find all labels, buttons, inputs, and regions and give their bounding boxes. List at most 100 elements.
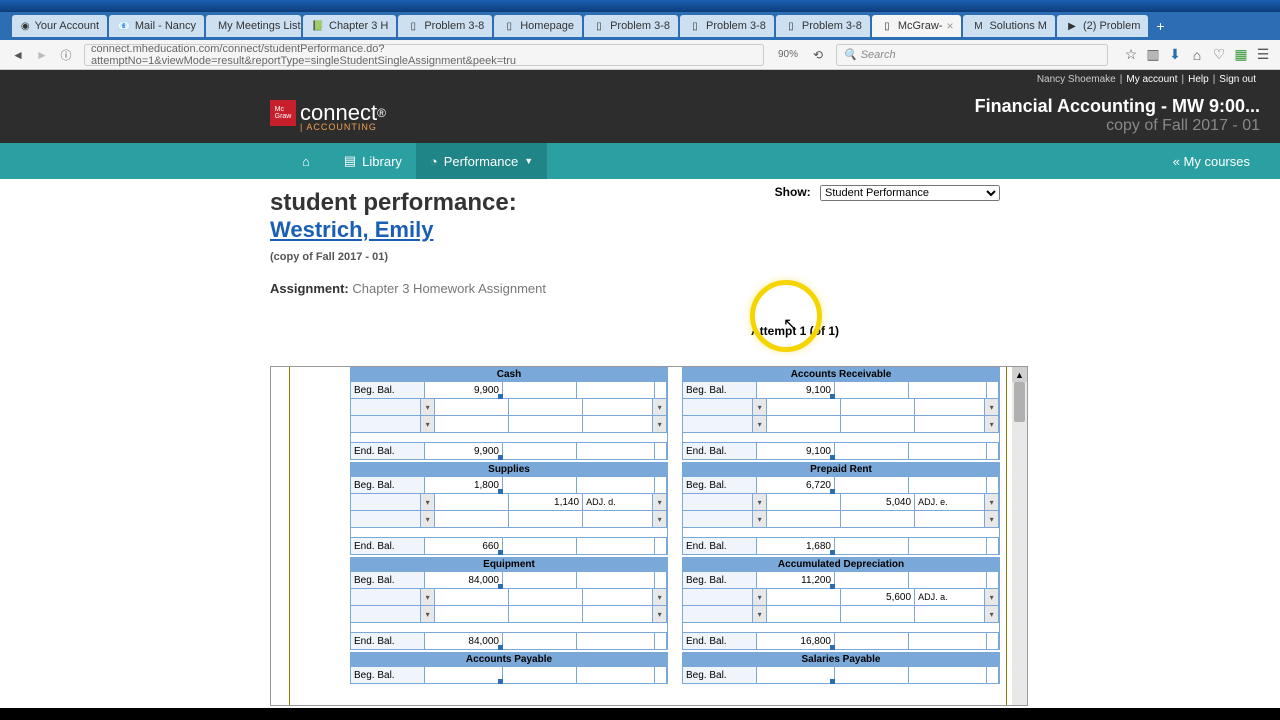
menu-library[interactable]: ▤Library xyxy=(330,143,416,179)
credit-input[interactable]: 5,600 xyxy=(841,589,915,605)
dropdown-icon[interactable]: ▾ xyxy=(653,416,667,432)
browser-tab[interactable]: ▯Problem 3-8 xyxy=(776,15,870,37)
beg-bal-value: 6,720 xyxy=(757,477,835,493)
tab-label: Problem 3-8 xyxy=(706,20,766,32)
menu-icon[interactable]: ☰ xyxy=(1252,44,1274,66)
dropdown-icon[interactable]: ▾ xyxy=(985,589,999,605)
scrollbar[interactable]: ▲ xyxy=(1012,367,1027,705)
identity-icon[interactable]: ⓘ xyxy=(56,45,76,65)
menu-home[interactable]: ⌂ xyxy=(288,143,330,179)
forward-button[interactable]: ► xyxy=(32,45,52,65)
dropdown-icon[interactable]: ▾ xyxy=(421,494,435,510)
browser-tab[interactable]: ▯McGraw-× xyxy=(872,15,962,37)
menu-my-courses[interactable]: « My courses xyxy=(1173,154,1280,169)
adj-label xyxy=(583,589,653,605)
dropdown-icon[interactable]: ▾ xyxy=(421,606,435,622)
debit-input[interactable] xyxy=(767,606,841,622)
home-icon[interactable]: ⌂ xyxy=(1186,44,1208,66)
tab-label: Solutions M xyxy=(989,20,1046,32)
tab-label: Chapter 3 H xyxy=(329,20,388,32)
back-button[interactable]: ◄ xyxy=(8,45,28,65)
scroll-up-icon[interactable]: ▲ xyxy=(1012,367,1027,382)
dropdown-icon[interactable]: ▾ xyxy=(421,399,435,415)
dropdown-icon[interactable]: ▾ xyxy=(985,416,999,432)
help-link[interactable]: Help xyxy=(1188,74,1209,85)
my-account-link[interactable]: My account xyxy=(1126,74,1177,85)
zoom-level[interactable]: 90% xyxy=(778,49,798,60)
dropdown-icon[interactable]: ▾ xyxy=(653,511,667,527)
debit-input[interactable] xyxy=(435,494,509,510)
dropdown-icon[interactable]: ▾ xyxy=(985,511,999,527)
dropdown-icon[interactable]: ▾ xyxy=(985,606,999,622)
beg-bal-value: 11,200 xyxy=(757,572,835,588)
downloads-icon[interactable]: ⬇ xyxy=(1164,44,1186,66)
new-tab-button[interactable]: + xyxy=(1156,18,1164,34)
debit-input[interactable] xyxy=(435,511,509,527)
browser-tab[interactable]: ▯Homepage xyxy=(494,15,582,37)
browser-tab[interactable]: ▯Problem 3-8 xyxy=(398,15,492,37)
credit-input[interactable] xyxy=(509,416,583,432)
dropdown-icon[interactable]: ▾ xyxy=(653,494,667,510)
browser-tab[interactable]: ▯Problem 3-8 xyxy=(584,15,678,37)
gauge-icon: ◔ xyxy=(430,154,438,169)
bookmark-star-icon[interactable]: ☆ xyxy=(1120,44,1142,66)
browser-tab[interactable]: ▯Problem 3-8 xyxy=(680,15,774,37)
credit-input[interactable]: 5,040 xyxy=(841,494,915,510)
debit-input[interactable] xyxy=(767,589,841,605)
dropdown-icon[interactable]: ▾ xyxy=(753,494,767,510)
scroll-thumb[interactable] xyxy=(1014,382,1025,422)
credit-input[interactable] xyxy=(841,416,915,432)
browser-tab[interactable]: 📧Mail - Nancy xyxy=(109,15,204,37)
dropdown-icon[interactable]: ▾ xyxy=(421,511,435,527)
end-bal-value: 9,100 xyxy=(757,443,835,459)
reload-button[interactable]: ⟲ xyxy=(808,45,828,65)
adj-label xyxy=(915,399,985,415)
debit-input[interactable] xyxy=(435,606,509,622)
signout-link[interactable]: Sign out xyxy=(1219,74,1256,85)
credit-input[interactable] xyxy=(841,606,915,622)
student-name-link[interactable]: Westrich, Emily xyxy=(270,217,433,242)
credit-input[interactable] xyxy=(841,511,915,527)
dropdown-icon[interactable]: ▾ xyxy=(653,606,667,622)
dropdown-icon[interactable]: ▾ xyxy=(753,511,767,527)
end-bal-label: End. Bal. xyxy=(683,443,757,459)
dropdown-icon[interactable]: ▾ xyxy=(653,589,667,605)
browser-tab[interactable]: 📗Chapter 3 H xyxy=(303,15,396,37)
browser-tab[interactable]: ◉Your Account xyxy=(12,15,107,37)
browser-tab[interactable]: MSolutions M xyxy=(963,15,1054,37)
dropdown-icon[interactable]: ▾ xyxy=(421,416,435,432)
debit-input[interactable] xyxy=(767,399,841,415)
close-tab-icon[interactable]: × xyxy=(946,19,953,33)
dropdown-icon[interactable]: ▾ xyxy=(753,589,767,605)
extension-icon[interactable]: ▦ xyxy=(1230,44,1252,66)
debit-input[interactable] xyxy=(435,399,509,415)
debit-input[interactable] xyxy=(767,416,841,432)
dropdown-icon[interactable]: ▾ xyxy=(985,494,999,510)
adj-label xyxy=(583,399,653,415)
url-bar[interactable]: connect.mheducation.com/connect/studentP… xyxy=(84,44,764,66)
show-select[interactable]: Student Performance xyxy=(820,185,1000,201)
dropdown-icon[interactable]: ▾ xyxy=(985,399,999,415)
credit-input[interactable]: 1,140 xyxy=(509,494,583,510)
dropdown-icon[interactable]: ▾ xyxy=(753,399,767,415)
debit-input[interactable] xyxy=(767,511,841,527)
credit-input[interactable] xyxy=(509,606,583,622)
dropdown-icon[interactable]: ▾ xyxy=(653,399,667,415)
sidebar-icon[interactable]: ▥ xyxy=(1142,44,1164,66)
menu-performance[interactable]: ◔Performance ▼ xyxy=(416,143,547,179)
credit-input[interactable] xyxy=(841,399,915,415)
credit-input[interactable] xyxy=(509,511,583,527)
beg-bal-label: Beg. Bal. xyxy=(351,572,425,588)
search-bar[interactable]: 🔍 Search xyxy=(836,44,1108,66)
credit-input[interactable] xyxy=(509,399,583,415)
dropdown-icon[interactable]: ▾ xyxy=(753,416,767,432)
debit-input[interactable] xyxy=(767,494,841,510)
browser-tab[interactable]: My Meetings List xyxy=(206,15,301,37)
dropdown-icon[interactable]: ▾ xyxy=(753,606,767,622)
pocket-icon[interactable]: ♡ xyxy=(1208,44,1230,66)
browser-tab[interactable]: ▶(2) Problem xyxy=(1057,15,1148,37)
debit-input[interactable] xyxy=(435,416,509,432)
dropdown-icon[interactable]: ▾ xyxy=(421,589,435,605)
debit-input[interactable] xyxy=(435,589,509,605)
credit-input[interactable] xyxy=(509,589,583,605)
